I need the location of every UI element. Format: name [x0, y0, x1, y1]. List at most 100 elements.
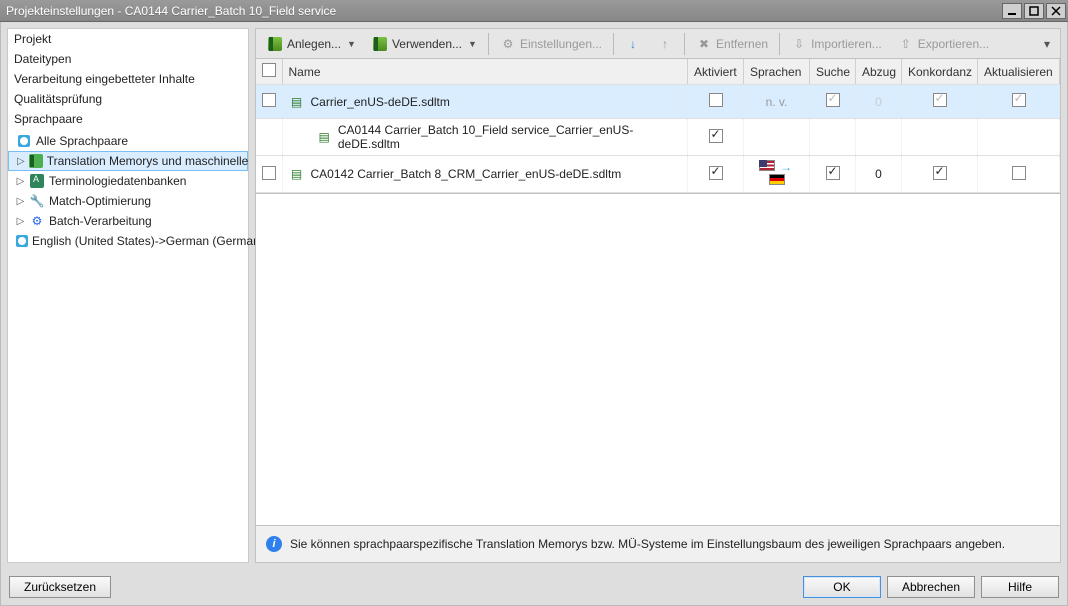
col-sprachen[interactable]: Sprachen: [744, 59, 810, 85]
col-select[interactable]: [256, 59, 282, 85]
col-aktualisieren[interactable]: Aktualisieren: [978, 59, 1060, 85]
import-icon: ⇩: [791, 36, 807, 52]
expand-icon[interactable]: ▷: [16, 177, 25, 186]
tree-label: English (United States)->German (German: [32, 234, 260, 248]
btn-label: Exportieren...: [918, 37, 989, 51]
separator: [613, 33, 614, 55]
entfernen-button[interactable]: ✖ Entfernen: [689, 33, 775, 55]
info-bar: i Sie können sprachpaarspezifische Trans…: [255, 526, 1061, 563]
col-name[interactable]: Name: [282, 59, 688, 85]
sidebar: Projekt Dateitypen Verarbeitung eingebet…: [7, 28, 249, 563]
tm-grid: Name Aktiviert Sprachen Suche Abzug Konk…: [255, 58, 1061, 194]
wrench-icon: 🔧: [29, 193, 45, 209]
checkbox-aktiviert[interactable]: [709, 166, 723, 180]
arrow-up-icon: ↑: [657, 36, 673, 52]
tm-file-icon: ▤: [289, 94, 305, 110]
sidebar-item-sprachpaare[interactable]: Sprachpaare: [8, 109, 248, 129]
verwenden-button[interactable]: Verwenden... ▼: [365, 33, 484, 55]
tm-file-icon: ▤: [289, 166, 305, 182]
dialog-button-bar: Zurücksetzen OK Abbrechen Hilfe: [1, 569, 1067, 605]
flag-us-icon: [759, 160, 775, 171]
table-row[interactable]: ▤ CA0142 Carrier_Batch 8_CRM_Carrier_enU…: [256, 156, 1060, 193]
remove-icon: ✖: [696, 36, 712, 52]
tree-label: Terminologiedatenbanken: [49, 174, 186, 188]
sidebar-item-dateitypen[interactable]: Dateitypen: [8, 49, 248, 69]
tree-pair-en-de[interactable]: English (United States)->German (German: [8, 231, 248, 251]
arrow-right-icon: →: [780, 160, 792, 174]
checkbox[interactable]: [262, 63, 276, 77]
tm-icon: [29, 153, 43, 169]
expand-icon[interactable]: ▷: [16, 197, 25, 206]
lang-pair-icon: [16, 133, 32, 149]
checkbox-konkordanz[interactable]: [933, 93, 947, 107]
name-cell: ▤ CA0142 Carrier_Batch 8_CRM_Carrier_enU…: [289, 166, 682, 182]
einstellungen-button[interactable]: ⚙ Einstellungen...: [493, 33, 609, 55]
expand-icon[interactable]: ▷: [17, 157, 25, 166]
tm-file-icon: ▤: [317, 129, 332, 145]
maximize-button[interactable]: [1024, 3, 1044, 19]
separator: [488, 33, 489, 55]
row-name: CA0144 Carrier_Batch 10_Field service_Ca…: [338, 123, 681, 151]
cell-sprachen: n. v.: [744, 85, 810, 119]
table-row[interactable]: ▤ CA0144 Carrier_Batch 10_Field service_…: [256, 119, 1060, 156]
sidebar-item-eingebettet[interactable]: Verarbeitung eingebetteter Inhalte: [8, 69, 248, 89]
tree-batch[interactable]: ▷ ⚙ Batch-Verarbeitung: [8, 211, 248, 231]
tree-term[interactable]: ▷ Terminologiedatenbanken: [8, 171, 248, 191]
btn-label: Entfernen: [716, 37, 768, 51]
db-use-icon: [372, 36, 388, 52]
row-name: CA0142 Carrier_Batch 8_CRM_Carrier_enUS-…: [311, 167, 622, 181]
checkbox-aktiviert[interactable]: [709, 129, 723, 143]
sidebar-item-qualitaet[interactable]: Qualitätsprüfung: [8, 89, 248, 109]
expand-icon[interactable]: ▷: [16, 217, 25, 226]
window-title: Projekteinstellungen - CA0144 Carrier_Ba…: [6, 4, 336, 18]
checkbox-aktiviert[interactable]: [709, 93, 723, 107]
col-abzug[interactable]: Abzug: [856, 59, 902, 85]
cell-abzug: 0: [856, 85, 902, 119]
term-icon: [29, 173, 45, 189]
ok-button[interactable]: OK: [803, 576, 881, 598]
tree-tm[interactable]: ▷ Translation Memorys und maschinelle: [8, 151, 248, 171]
col-suche[interactable]: Suche: [810, 59, 856, 85]
tree-label: Alle Sprachpaare: [36, 134, 128, 148]
table-row[interactable]: ▤ Carrier_enUS-deDE.sdltm n. v. 0: [256, 85, 1060, 119]
flag-de-icon: [769, 174, 785, 185]
name-cell: ▤ Carrier_enUS-deDE.sdltm: [289, 94, 682, 110]
col-aktiviert[interactable]: Aktiviert: [688, 59, 744, 85]
sidebar-item-projekt[interactable]: Projekt: [8, 29, 248, 49]
btn-label: Anlegen...: [287, 37, 341, 51]
checkbox-konkordanz[interactable]: [933, 166, 947, 180]
separator: [684, 33, 685, 55]
checkbox-aktualisieren[interactable]: [1012, 166, 1026, 180]
help-button[interactable]: Hilfe: [981, 576, 1059, 598]
name-cell: ▤ CA0144 Carrier_Batch 10_Field service_…: [317, 123, 682, 151]
tree-match[interactable]: ▷ 🔧 Match-Optimierung: [8, 191, 248, 211]
cancel-button[interactable]: Abbrechen: [887, 576, 975, 598]
anlegen-button[interactable]: Anlegen... ▼: [260, 33, 363, 55]
db-add-icon: [267, 36, 283, 52]
checkbox[interactable]: [262, 166, 276, 180]
checkbox-aktualisieren[interactable]: [1012, 93, 1026, 107]
grid-header-row: Name Aktiviert Sprachen Suche Abzug Konk…: [256, 59, 1060, 85]
exportieren-button[interactable]: ⇧ Exportieren...: [891, 33, 996, 55]
importieren-button[interactable]: ⇩ Importieren...: [784, 33, 889, 55]
checkbox-suche[interactable]: [826, 93, 840, 107]
move-down-button[interactable]: ↓: [618, 33, 648, 55]
reset-button[interactable]: Zurücksetzen: [9, 576, 111, 598]
checkbox[interactable]: [262, 93, 276, 107]
export-icon: ⇧: [898, 36, 914, 52]
info-text: Sie können sprachpaarspezifische Transla…: [290, 537, 1005, 551]
cell-sprachen: →: [744, 156, 810, 193]
minimize-button[interactable]: [1002, 3, 1022, 19]
col-konkordanz[interactable]: Konkordanz: [902, 59, 978, 85]
chevron-down-icon: ▼: [347, 39, 356, 49]
tree-label: Match-Optimierung: [49, 194, 151, 208]
tree-label: Batch-Verarbeitung: [49, 214, 152, 228]
toolbar-overflow[interactable]: ▾: [1038, 35, 1056, 53]
tree-all-lang[interactable]: Alle Sprachpaare: [8, 131, 248, 151]
checkbox-suche[interactable]: [826, 166, 840, 180]
move-up-button[interactable]: ↑: [650, 33, 680, 55]
cell-abzug[interactable]: 0: [856, 156, 902, 193]
gear-icon: ⚙: [500, 36, 516, 52]
lang-pair-icon: [16, 233, 28, 249]
close-button[interactable]: [1046, 3, 1066, 19]
